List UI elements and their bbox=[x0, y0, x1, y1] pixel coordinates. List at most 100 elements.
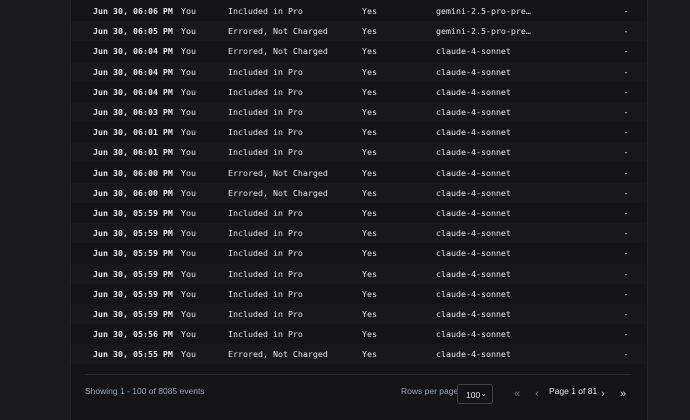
cost-cell: - bbox=[623, 329, 629, 340]
user-cell: You bbox=[181, 167, 196, 178]
date-cell: Jun 30, 05:55 PM bbox=[93, 349, 173, 360]
table-row[interactable]: Jun 30, 05:59 PM You Included in Pro Yes cla… bbox=[71, 304, 647, 324]
max-mode-cell: Yes bbox=[362, 107, 377, 117]
user-cell: You bbox=[181, 127, 196, 138]
cost-cell: - bbox=[623, 349, 629, 360]
max-mode-cell: Yes bbox=[362, 6, 377, 16]
cost-cell: - bbox=[623, 309, 629, 319]
model-cell: claude-4-sonnet bbox=[436, 107, 511, 117]
chevron-down-icon: ⌄ bbox=[480, 389, 487, 398]
kind-cell: Included in Pro bbox=[228, 309, 303, 319]
cost-cell: - bbox=[623, 46, 629, 57]
user-cell: You bbox=[181, 147, 196, 158]
kind-cell: Included in Pro bbox=[228, 6, 303, 16]
table-row[interactable]: Jun 30, 06:03 PM You Included in Pro Yes cla… bbox=[71, 102, 647, 122]
max-mode-cell: Yes bbox=[362, 228, 377, 239]
date-cell: Jun 30, 06:01 PM bbox=[93, 127, 173, 138]
max-mode-cell: Yes bbox=[362, 46, 377, 57]
model-cell: claude-4-sonnet bbox=[436, 167, 511, 178]
model-cell: claude-4-sonnet bbox=[436, 127, 511, 138]
max-mode-cell: Yes bbox=[362, 66, 377, 77]
cost-cell: - bbox=[623, 248, 629, 259]
max-mode-cell: Yes bbox=[362, 329, 377, 340]
model-cell: claude-4-sonnet bbox=[436, 268, 511, 279]
table-row[interactable]: Jun 30, 05:59 PM You Included in Pro Yes cla… bbox=[71, 243, 647, 263]
date-cell: Jun 30, 05:59 PM bbox=[93, 228, 173, 239]
user-cell: You bbox=[181, 6, 196, 16]
table-row[interactable]: Jun 30, 06:00 PM You Errored, Not Charged Y… bbox=[71, 163, 647, 183]
max-mode-cell: Yes bbox=[362, 208, 377, 218]
page-indicator: Page 1 of 81 bbox=[549, 386, 598, 396]
max-mode-cell: Yes bbox=[362, 167, 377, 178]
table-row[interactable]: Jun 30, 05:59 PM You Included in Pro Yes cla… bbox=[71, 284, 647, 304]
table-row[interactable]: Jun 30, 05:59 PM You Included in Pro Yes cla… bbox=[71, 263, 647, 284]
table-row[interactable]: Jun 30, 06:01 PM You Included in Pro Yes cla… bbox=[71, 122, 647, 142]
table-row[interactable]: Jun 30, 06:05 PM You Errored, Not Charged Y… bbox=[71, 21, 647, 42]
table-row[interactable]: Jun 30, 05:56 PM You Included in Pro Yes cla… bbox=[71, 324, 647, 344]
cost-cell: - bbox=[623, 208, 629, 218]
next-page-button[interactable]: › bbox=[594, 384, 612, 404]
date-cell: Jun 30, 06:04 PM bbox=[93, 46, 173, 57]
cost-cell: - bbox=[623, 66, 629, 77]
user-cell: You bbox=[181, 46, 196, 57]
prev-page-button[interactable]: ‹ bbox=[528, 384, 546, 404]
kind-cell: Included in Pro bbox=[228, 66, 303, 77]
kind-cell: Included in Pro bbox=[228, 288, 303, 299]
table-row[interactable]: Jun 30, 05:59 PM You Included in Pro Yes cla… bbox=[71, 203, 647, 223]
chevrons-left-icon: « bbox=[513, 388, 521, 400]
rows-per-page-value: 100 bbox=[466, 390, 481, 400]
date-cell: Jun 30, 05:59 PM bbox=[93, 268, 173, 279]
table-row[interactable]: Jun 30, 05:59 PM You Included in Pro Yes cla… bbox=[71, 223, 647, 244]
max-mode-cell: Yes bbox=[362, 127, 377, 138]
cost-cell: - bbox=[623, 6, 629, 16]
chevron-right-icon: › bbox=[601, 388, 605, 400]
usage-events-panel: Jun 30, 06:06 PM You Included in Pro Yes gem… bbox=[70, 0, 648, 420]
kind-cell: Included in Pro bbox=[228, 86, 303, 97]
kind-cell: Included in Pro bbox=[228, 329, 303, 340]
cost-cell: - bbox=[623, 167, 629, 178]
model-cell: claude-4-sonnet bbox=[436, 86, 511, 97]
rows-per-page-label: Rows per page: bbox=[401, 386, 461, 396]
model-cell: claude-4-sonnet bbox=[436, 187, 511, 198]
chevrons-right-icon: » bbox=[619, 388, 627, 400]
max-mode-cell: Yes bbox=[362, 288, 377, 299]
max-mode-cell: Yes bbox=[362, 147, 377, 158]
cost-cell: - bbox=[623, 268, 629, 279]
cost-cell: - bbox=[623, 147, 629, 158]
kind-cell: Errored, Not Charged bbox=[228, 349, 328, 360]
kind-cell: Included in Pro bbox=[228, 248, 303, 259]
kind-cell: Included in Pro bbox=[228, 147, 303, 158]
table-row[interactable]: Jun 30, 06:06 PM You Included in Pro Yes gem… bbox=[71, 1, 647, 21]
date-cell: Jun 30, 06:05 PM bbox=[93, 26, 173, 37]
date-cell: Jun 30, 06:00 PM bbox=[93, 167, 173, 178]
table-row[interactable]: Jun 30, 05:55 PM You Errored, Not Charged Y… bbox=[71, 344, 647, 365]
user-cell: You bbox=[181, 86, 196, 97]
first-page-button[interactable]: « bbox=[508, 384, 526, 404]
table-row[interactable]: Jun 30, 06:00 PM You Errored, Not Charged Y… bbox=[71, 182, 647, 203]
kind-cell: Errored, Not Charged bbox=[228, 167, 328, 178]
user-cell: You bbox=[181, 66, 196, 77]
date-cell: Jun 30, 06:00 PM bbox=[93, 187, 173, 198]
max-mode-cell: Yes bbox=[362, 187, 377, 198]
max-mode-cell: Yes bbox=[362, 349, 377, 360]
user-cell: You bbox=[181, 268, 196, 279]
table-row[interactable]: Jun 30, 06:04 PM You Included in Pro Yes cla… bbox=[71, 82, 647, 102]
max-mode-cell: Yes bbox=[362, 26, 377, 37]
rows-per-page-select[interactable]: 100 ⌄ bbox=[457, 384, 493, 404]
table-row[interactable]: Jun 30, 06:04 PM You Errored, Not Charged Y… bbox=[71, 41, 647, 61]
kind-cell: Errored, Not Charged bbox=[228, 46, 328, 57]
table-row[interactable]: Jun 30, 06:04 PM You Included in Pro Yes cla… bbox=[71, 61, 647, 82]
kind-cell: Included in Pro bbox=[228, 268, 303, 279]
kind-cell: Errored, Not Charged bbox=[228, 26, 328, 37]
user-cell: You bbox=[181, 329, 196, 340]
last-page-button[interactable]: » bbox=[614, 384, 632, 404]
model-cell: gemini-2.5-pro-pre… bbox=[436, 26, 531, 37]
table-row[interactable]: Jun 30, 06:01 PM You Included in Pro Yes cla… bbox=[71, 142, 647, 163]
cost-cell: - bbox=[623, 26, 629, 37]
model-cell: claude-4-sonnet bbox=[436, 309, 511, 319]
model-cell: claude-4-sonnet bbox=[436, 329, 511, 340]
date-cell: Jun 30, 06:04 PM bbox=[93, 86, 173, 97]
user-cell: You bbox=[181, 248, 196, 259]
cost-cell: - bbox=[623, 127, 629, 138]
kind-cell: Included in Pro bbox=[228, 107, 303, 117]
